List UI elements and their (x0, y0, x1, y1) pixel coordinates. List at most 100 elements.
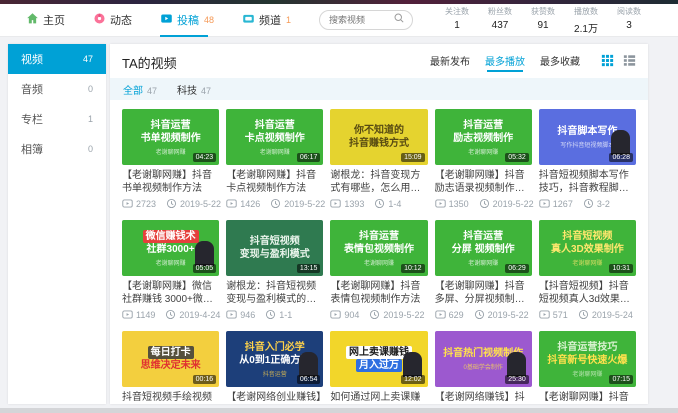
video-title[interactable]: 如何通过网上卖课赚钱，做到0月付月入过万，卖课赚钱几种形式： (330, 391, 427, 404)
publish-date-value: 1-1 (279, 310, 292, 320)
stat-plays[interactable]: 播放数 2.1万 (573, 6, 599, 35)
video-title[interactable]: 【老谢网络创业赚钱】抖音运营实战0到1必成抖音视频教程 (226, 391, 323, 404)
video-thumbnail[interactable]: 抖音运营 表情包视频制作 老谢聊网赚 10:12 (330, 220, 427, 276)
video-title[interactable]: 【老谢聊网赚】抖音表情包视频制作方法 (330, 280, 427, 306)
thumbnail-watermark: 0基础学会制作 (464, 362, 503, 371)
tab-count: 47 (147, 86, 157, 96)
play-count: 1149 (122, 309, 155, 320)
video-thumbnail[interactable]: 每日打卡 思维决定未来 00:16 (122, 331, 219, 387)
window-bottom-edge (0, 408, 678, 413)
video-title[interactable]: 【老谢聊网赚】抖音多屏、分屏视频制作方法 (435, 280, 532, 306)
video-meta: 1149 2019-4-24 (122, 309, 219, 320)
video-title[interactable]: 【老谢网络赚钱】抖音热门短视频制作方式 (435, 391, 532, 404)
video-title[interactable]: 【老谢聊网赚】抖音书单视频制作方法 (122, 169, 219, 195)
stat-label: 阅读数 (616, 6, 642, 17)
video-title[interactable]: 【老谢聊网赚】抖音卡点视频制作方法 (226, 169, 323, 195)
video-thumbnail[interactable]: 抖音短视频 真人3D效果制作 老谢聊网赚 10:31 (539, 220, 636, 276)
clock-icon (578, 309, 589, 320)
sidebar-item-articles[interactable]: 专栏 1 (8, 104, 106, 134)
video-title[interactable]: 【抖音短视频】抖音短视频真人3d效果制作 抖音热门视频制作教程 (539, 280, 636, 306)
video-thumbnail[interactable]: 抖音脚本写作 写作抖音短视频脚本 06:28 (539, 109, 636, 165)
thumbnail-watermark: 老谢聊网赚 (468, 258, 498, 267)
nav-item-channels[interactable]: 频道 1 (242, 4, 291, 37)
grid-view-icon[interactable] (601, 54, 614, 72)
video-thumbnail[interactable]: 你不知道的 抖音赚钱方式 15:09 (330, 109, 427, 165)
video-card[interactable]: 微信赚钱术 社群3000+ 老谢聊网赚 05:05 【老谢聊网赚】微信社群赚钱 … (122, 220, 219, 320)
home-icon (26, 12, 39, 28)
publish-date-value: 1-4 (388, 199, 401, 209)
video-thumbnail[interactable]: 抖音热门视频制作 0基础学会制作 25:30 (435, 331, 532, 387)
video-thumbnail[interactable]: 抖音入门必学 从0到1正确方法 抖音运营 06:54 (226, 331, 323, 387)
nav-item-label: 主页 (43, 12, 65, 28)
video-card[interactable]: 抖音运营 书单视频制作 老谢聊网赚 04:23 【老谢聊网赚】抖音书单视频制作方… (122, 109, 219, 209)
video-card[interactable]: 每日打卡 思维决定未来 00:16 抖音短视频手绘视频制作教程 542 2019… (122, 331, 219, 404)
nav-item-dynamics[interactable]: 动态 (93, 4, 132, 37)
video-title[interactable]: 抖音短视频脚本写作技巧，抖音教程脚本写作 (539, 169, 636, 195)
video-title[interactable]: 【老谢聊网赚】抖音励志语录视频制作方法 (435, 169, 532, 195)
video-card[interactable]: 抖音运营 表情包视频制作 老谢聊网赚 10:12 【老谢聊网赚】抖音表情包视频制… (330, 220, 427, 320)
video-title[interactable]: 抖音短视频手绘视频制作教程 (122, 391, 219, 404)
video-card[interactable]: 抖音短视频 变现与盈利模式 13:15 谢根龙：抖音短视频变现与盈利模式的方法，… (226, 220, 323, 320)
video-card[interactable]: 抖音脚本写作 写作抖音短视频脚本 06:28 抖音短视频脚本写作技巧，抖音教程脚… (539, 109, 636, 209)
video-thumbnail[interactable]: 微信赚钱术 社群3000+ 老谢聊网赚 05:05 (122, 220, 219, 276)
video-thumbnail[interactable]: 抖音运营技巧 抖音新号快速火爆 老谢聊网赚 07:15 (539, 331, 636, 387)
video-card[interactable]: 抖音热门视频制作 0基础学会制作 25:30 【老谢网络赚钱】抖音热门短视频制作… (435, 331, 532, 404)
video-title[interactable]: 谢根龙：抖音短视频变现与盈利模式的方法，抖音赚钱你不知道的秘 (226, 280, 323, 306)
stat-likes[interactable]: 获赞数 91 (530, 6, 556, 35)
video-card[interactable]: 网上卖课赚钱 月入过万 12:02 如何通过网上卖课赚钱，做到0月付月入过万，卖… (330, 331, 427, 404)
play-count-icon (539, 309, 550, 320)
video-meta: 1350 2019-5-22 (435, 198, 532, 209)
tab-all[interactable]: 全部47 (123, 82, 157, 97)
video-thumbnail[interactable]: 抖音运营 书单视频制作 老谢聊网赚 04:23 (122, 109, 219, 165)
sidebar-item-count: 47 (83, 54, 93, 64)
nav-item-count: 48 (204, 15, 214, 25)
nav-item-submissions[interactable]: 投稿 48 (160, 4, 214, 37)
play-count-value: 629 (449, 310, 464, 320)
video-card[interactable]: 抖音运营技巧 抖音新号快速火爆 老谢聊网赚 07:15 【老谢聊网赚】抖音新号快… (539, 331, 636, 404)
stat-label: 粉丝数 (487, 6, 513, 17)
clock-icon (374, 198, 385, 209)
sidebar-item-videos[interactable]: 视频 47 (8, 44, 106, 74)
play-count-value: 1426 (240, 199, 260, 209)
play-count-icon (330, 198, 341, 209)
sort-most-favorited[interactable]: 最多收藏 (540, 53, 580, 72)
video-thumbnail[interactable]: 抖音运营 卡点视频制作 老谢聊网赚 06:17 (226, 109, 323, 165)
video-thumbnail[interactable]: 抖音短视频 变现与盈利模式 13:15 (226, 220, 323, 276)
search-icon[interactable] (393, 11, 405, 29)
sidebar-item-label: 音频 (21, 81, 43, 97)
sidebar-item-audio[interactable]: 音频 0 (8, 74, 106, 104)
tab-tech[interactable]: 科技47 (177, 82, 211, 97)
thumbnail-headline: 抖音运营 (463, 119, 503, 132)
video-card[interactable]: 你不知道的 抖音赚钱方式 15:09 谢根龙：抖音变现方式有哪些，怎么用抖音短视… (330, 109, 427, 209)
thumbnail-headline: 抖音脚本写作 (557, 125, 617, 138)
video-thumbnail[interactable]: 抖音运营 分屏 视频制作 老谢聊网赚 06:29 (435, 220, 532, 276)
stat-following[interactable]: 关注数 1 (444, 6, 470, 35)
video-title[interactable]: 【老谢聊网赚】抖音新号快速火爆起来抖音赚钱 (539, 391, 636, 404)
video-card[interactable]: 抖音短视频 真人3D效果制作 老谢聊网赚 10:31 【抖音短视频】抖音短视频真… (539, 220, 636, 320)
video-search-box[interactable] (319, 10, 413, 30)
sort-most-played[interactable]: 最多播放 (485, 53, 525, 72)
thumbnail-headline: 抖音热门视频制作 (443, 347, 523, 360)
video-title[interactable]: 【老谢聊网赚】微信社群赚钱 3000+微信赚钱项目 (122, 280, 219, 306)
video-thumbnail[interactable]: 网上卖课赚钱 月入过万 12:02 (330, 331, 427, 387)
sidebar-item-albums[interactable]: 相簿 0 (8, 134, 106, 164)
stat-reads[interactable]: 阅读数 3 (616, 6, 642, 35)
tab-count: 47 (201, 86, 211, 96)
stat-followers[interactable]: 粉丝数 437 (487, 6, 513, 35)
duration-badge: 10:31 (609, 264, 633, 273)
list-view-icon[interactable] (623, 54, 636, 72)
sort-options: 最新发布 最多播放 最多收藏 (430, 53, 636, 72)
video-title[interactable]: 谢根龙：抖音变现方式有哪些，怎么用抖音短视频赚钱 (330, 169, 427, 195)
publish-date-value: 2019-5-22 (488, 310, 529, 320)
publish-date-value: 2019-5-22 (383, 310, 424, 320)
sort-newest[interactable]: 最新发布 (430, 53, 470, 72)
play-count-icon (435, 198, 446, 209)
video-card[interactable]: 抖音运营 卡点视频制作 老谢聊网赚 06:17 【老谢聊网赚】抖音卡点视频制作方… (226, 109, 323, 209)
nav-item-home[interactable]: 主页 (26, 4, 65, 37)
video-card[interactable]: 抖音运营 励志视频制作 老谢聊网赚 05:32 【老谢聊网赚】抖音励志语录视频制… (435, 109, 532, 209)
video-card[interactable]: 抖音入门必学 从0到1正确方法 抖音运营 06:54 【老谢网络创业赚钱】抖音运… (226, 331, 323, 404)
search-input[interactable] (327, 14, 393, 26)
video-card[interactable]: 抖音运营 分屏 视频制作 老谢聊网赚 06:29 【老谢聊网赚】抖音多屏、分屏视… (435, 220, 532, 320)
play-count: 1426 (226, 198, 260, 209)
video-thumbnail[interactable]: 抖音运营 励志视频制作 老谢聊网赚 05:32 (435, 109, 532, 165)
